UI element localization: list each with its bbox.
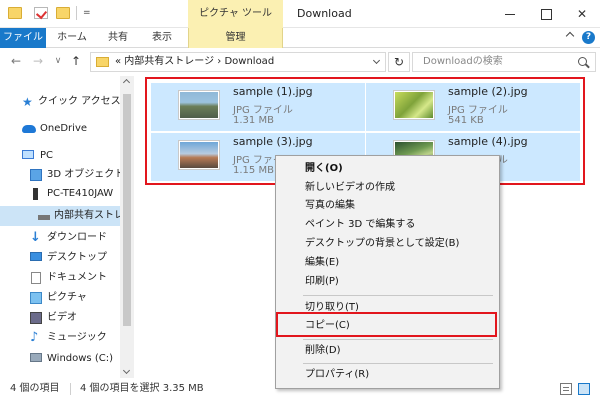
tiles-view-icon[interactable] bbox=[578, 383, 590, 395]
menu-item-open[interactable]: 開く(O) bbox=[278, 160, 497, 178]
cube-icon bbox=[30, 169, 42, 181]
nav-item-desktop[interactable]: デスクトップ bbox=[0, 248, 120, 268]
music-icon: ♪ bbox=[30, 330, 39, 345]
desktop-icon bbox=[30, 252, 42, 261]
nav-item-label: 3D オブジェクト bbox=[47, 169, 125, 180]
address-path: « 内部共有ストレージ › Download bbox=[115, 56, 275, 67]
menu-item-new-video[interactable]: 新しいビデオの作成 bbox=[278, 179, 497, 197]
pc-icon bbox=[22, 150, 34, 159]
nav-item-onedrive[interactable]: OneDrive bbox=[0, 119, 120, 139]
star-icon: ★ bbox=[22, 95, 33, 109]
menu-divider bbox=[303, 295, 493, 296]
nav-scrollbar[interactable] bbox=[120, 76, 134, 378]
menu-item-print[interactable]: 印刷(P) bbox=[278, 273, 497, 291]
address-row: ← → ∨ ↑ « 内部共有ストレージ › Download ↻ Downloa… bbox=[0, 49, 600, 75]
search-input[interactable]: Downloadの検索 bbox=[412, 52, 596, 72]
address-bar[interactable]: « 内部共有ストレージ › Download bbox=[90, 52, 386, 72]
nav-item-label: PC bbox=[40, 150, 54, 161]
nav-item-label: ビデオ bbox=[47, 312, 77, 323]
menu-item-set-background[interactable]: デスクトップの背景として設定(B) bbox=[278, 235, 497, 253]
maximize-button[interactable] bbox=[528, 0, 564, 28]
refresh-button[interactable]: ↻ bbox=[388, 52, 410, 72]
title-bar: = ピクチャ ツール Download ✕ bbox=[0, 0, 600, 28]
quick-access-separator bbox=[76, 6, 77, 20]
nav-item-label: PC-TE410JAW bbox=[47, 188, 114, 199]
context-menu: 開く(O) 新しいビデオの作成 写真の編集 ペイント 3D で編集する デスクト… bbox=[275, 155, 500, 389]
recent-locations-icon[interactable]: ∨ bbox=[50, 53, 66, 69]
window-title: Download bbox=[297, 7, 352, 20]
customize-quick-access-icon[interactable]: = bbox=[83, 8, 91, 18]
download-icon: ↓ bbox=[30, 230, 41, 245]
nav-item-music[interactable]: ♪ ミュージック bbox=[0, 328, 120, 348]
search-placeholder: Downloadの検索 bbox=[423, 56, 503, 67]
nav-item-internal-storage[interactable]: 内部共有ストレージ bbox=[0, 206, 120, 226]
nav-item-label: ダウンロード bbox=[47, 232, 107, 243]
cloud-icon bbox=[22, 125, 36, 133]
nav-item-label: Windows (C:) bbox=[47, 353, 113, 364]
drive-icon bbox=[38, 215, 50, 220]
nav-item-3d-objects[interactable]: 3D オブジェクト bbox=[0, 165, 124, 185]
nav-item-downloads[interactable]: ↓ ダウンロード bbox=[0, 228, 120, 248]
menu-divider bbox=[303, 339, 493, 340]
tab-view[interactable]: 表示 bbox=[142, 28, 182, 48]
scroll-thumb[interactable] bbox=[123, 94, 131, 326]
up-arrow-icon[interactable]: ↑ bbox=[68, 53, 84, 69]
nav-item-pc[interactable]: PC bbox=[0, 146, 120, 166]
nav-item-device[interactable]: PC-TE410JAW bbox=[0, 184, 120, 204]
new-folder-icon[interactable] bbox=[56, 7, 70, 19]
search-icon bbox=[578, 57, 587, 66]
nav-item-windows-c[interactable]: Windows (C:) bbox=[0, 349, 120, 369]
nav-item-label: 内部共有ストレージ bbox=[54, 210, 120, 221]
nav-item-label: クイック アクセス bbox=[38, 96, 121, 107]
nav-item-videos[interactable]: ビデオ bbox=[0, 308, 120, 328]
menu-item-edit-photo[interactable]: 写真の編集 bbox=[278, 197, 497, 215]
nav-item-label: ミュージック bbox=[47, 332, 107, 343]
nav-item-label: ドキュメント bbox=[47, 272, 107, 283]
menu-item-edit[interactable]: 編集(E) bbox=[278, 254, 497, 272]
nav-item-pictures[interactable]: ピクチャ bbox=[0, 288, 120, 308]
status-separator bbox=[70, 383, 71, 395]
video-icon bbox=[30, 312, 42, 324]
nav-item-label: デスクトップ bbox=[47, 252, 107, 263]
back-arrow-icon[interactable]: ← bbox=[8, 53, 24, 69]
tab-file[interactable]: ファイル bbox=[0, 28, 46, 48]
folder-icon bbox=[96, 57, 109, 67]
properties-icon[interactable] bbox=[34, 7, 48, 19]
close-button[interactable]: ✕ bbox=[564, 0, 600, 28]
tab-home[interactable]: ホーム bbox=[50, 28, 94, 48]
ribbon: ファイル ホーム 共有 表示 管理 ? bbox=[0, 28, 600, 48]
document-icon bbox=[31, 272, 41, 284]
scroll-down-icon[interactable] bbox=[122, 366, 131, 375]
menu-item-paint-3d[interactable]: ペイント 3D で編集する bbox=[278, 216, 497, 234]
nav-item-documents[interactable]: ドキュメント bbox=[0, 268, 120, 288]
item-count: 4 個の項目 bbox=[10, 383, 60, 394]
forward-arrow-icon[interactable]: → bbox=[30, 53, 46, 69]
chevron-up-icon[interactable] bbox=[565, 31, 575, 41]
chevron-down-icon[interactable] bbox=[372, 56, 381, 65]
help-icon[interactable]: ? bbox=[582, 31, 595, 44]
device-icon bbox=[33, 188, 38, 200]
details-view-icon[interactable] bbox=[560, 383, 572, 395]
folder-icon bbox=[8, 7, 22, 19]
menu-item-delete[interactable]: 削除(D) bbox=[278, 342, 497, 360]
menu-item-properties[interactable]: プロパティ(R) bbox=[278, 366, 497, 384]
navigation-pane: ★ クイック アクセス OneDrive PC 3D オブジェクト PC-TE4… bbox=[0, 76, 134, 378]
nav-item-quick-access[interactable]: ★ クイック アクセス bbox=[0, 92, 121, 112]
picture-tools-context-tab: ピクチャ ツール bbox=[188, 0, 283, 28]
picture-icon bbox=[30, 292, 42, 304]
tab-manage[interactable]: 管理 bbox=[188, 28, 283, 48]
minimize-button[interactable] bbox=[492, 0, 528, 28]
selection-info: 4 個の項目を選択 3.35 MB bbox=[80, 383, 204, 394]
nav-item-label: ピクチャ bbox=[47, 292, 87, 303]
tab-share[interactable]: 共有 bbox=[98, 28, 138, 48]
windows-drive-icon bbox=[30, 353, 42, 362]
menu-divider bbox=[303, 363, 493, 364]
copy-highlight bbox=[276, 312, 497, 337]
nav-item-label: OneDrive bbox=[40, 123, 88, 134]
scroll-up-icon[interactable] bbox=[122, 78, 131, 87]
